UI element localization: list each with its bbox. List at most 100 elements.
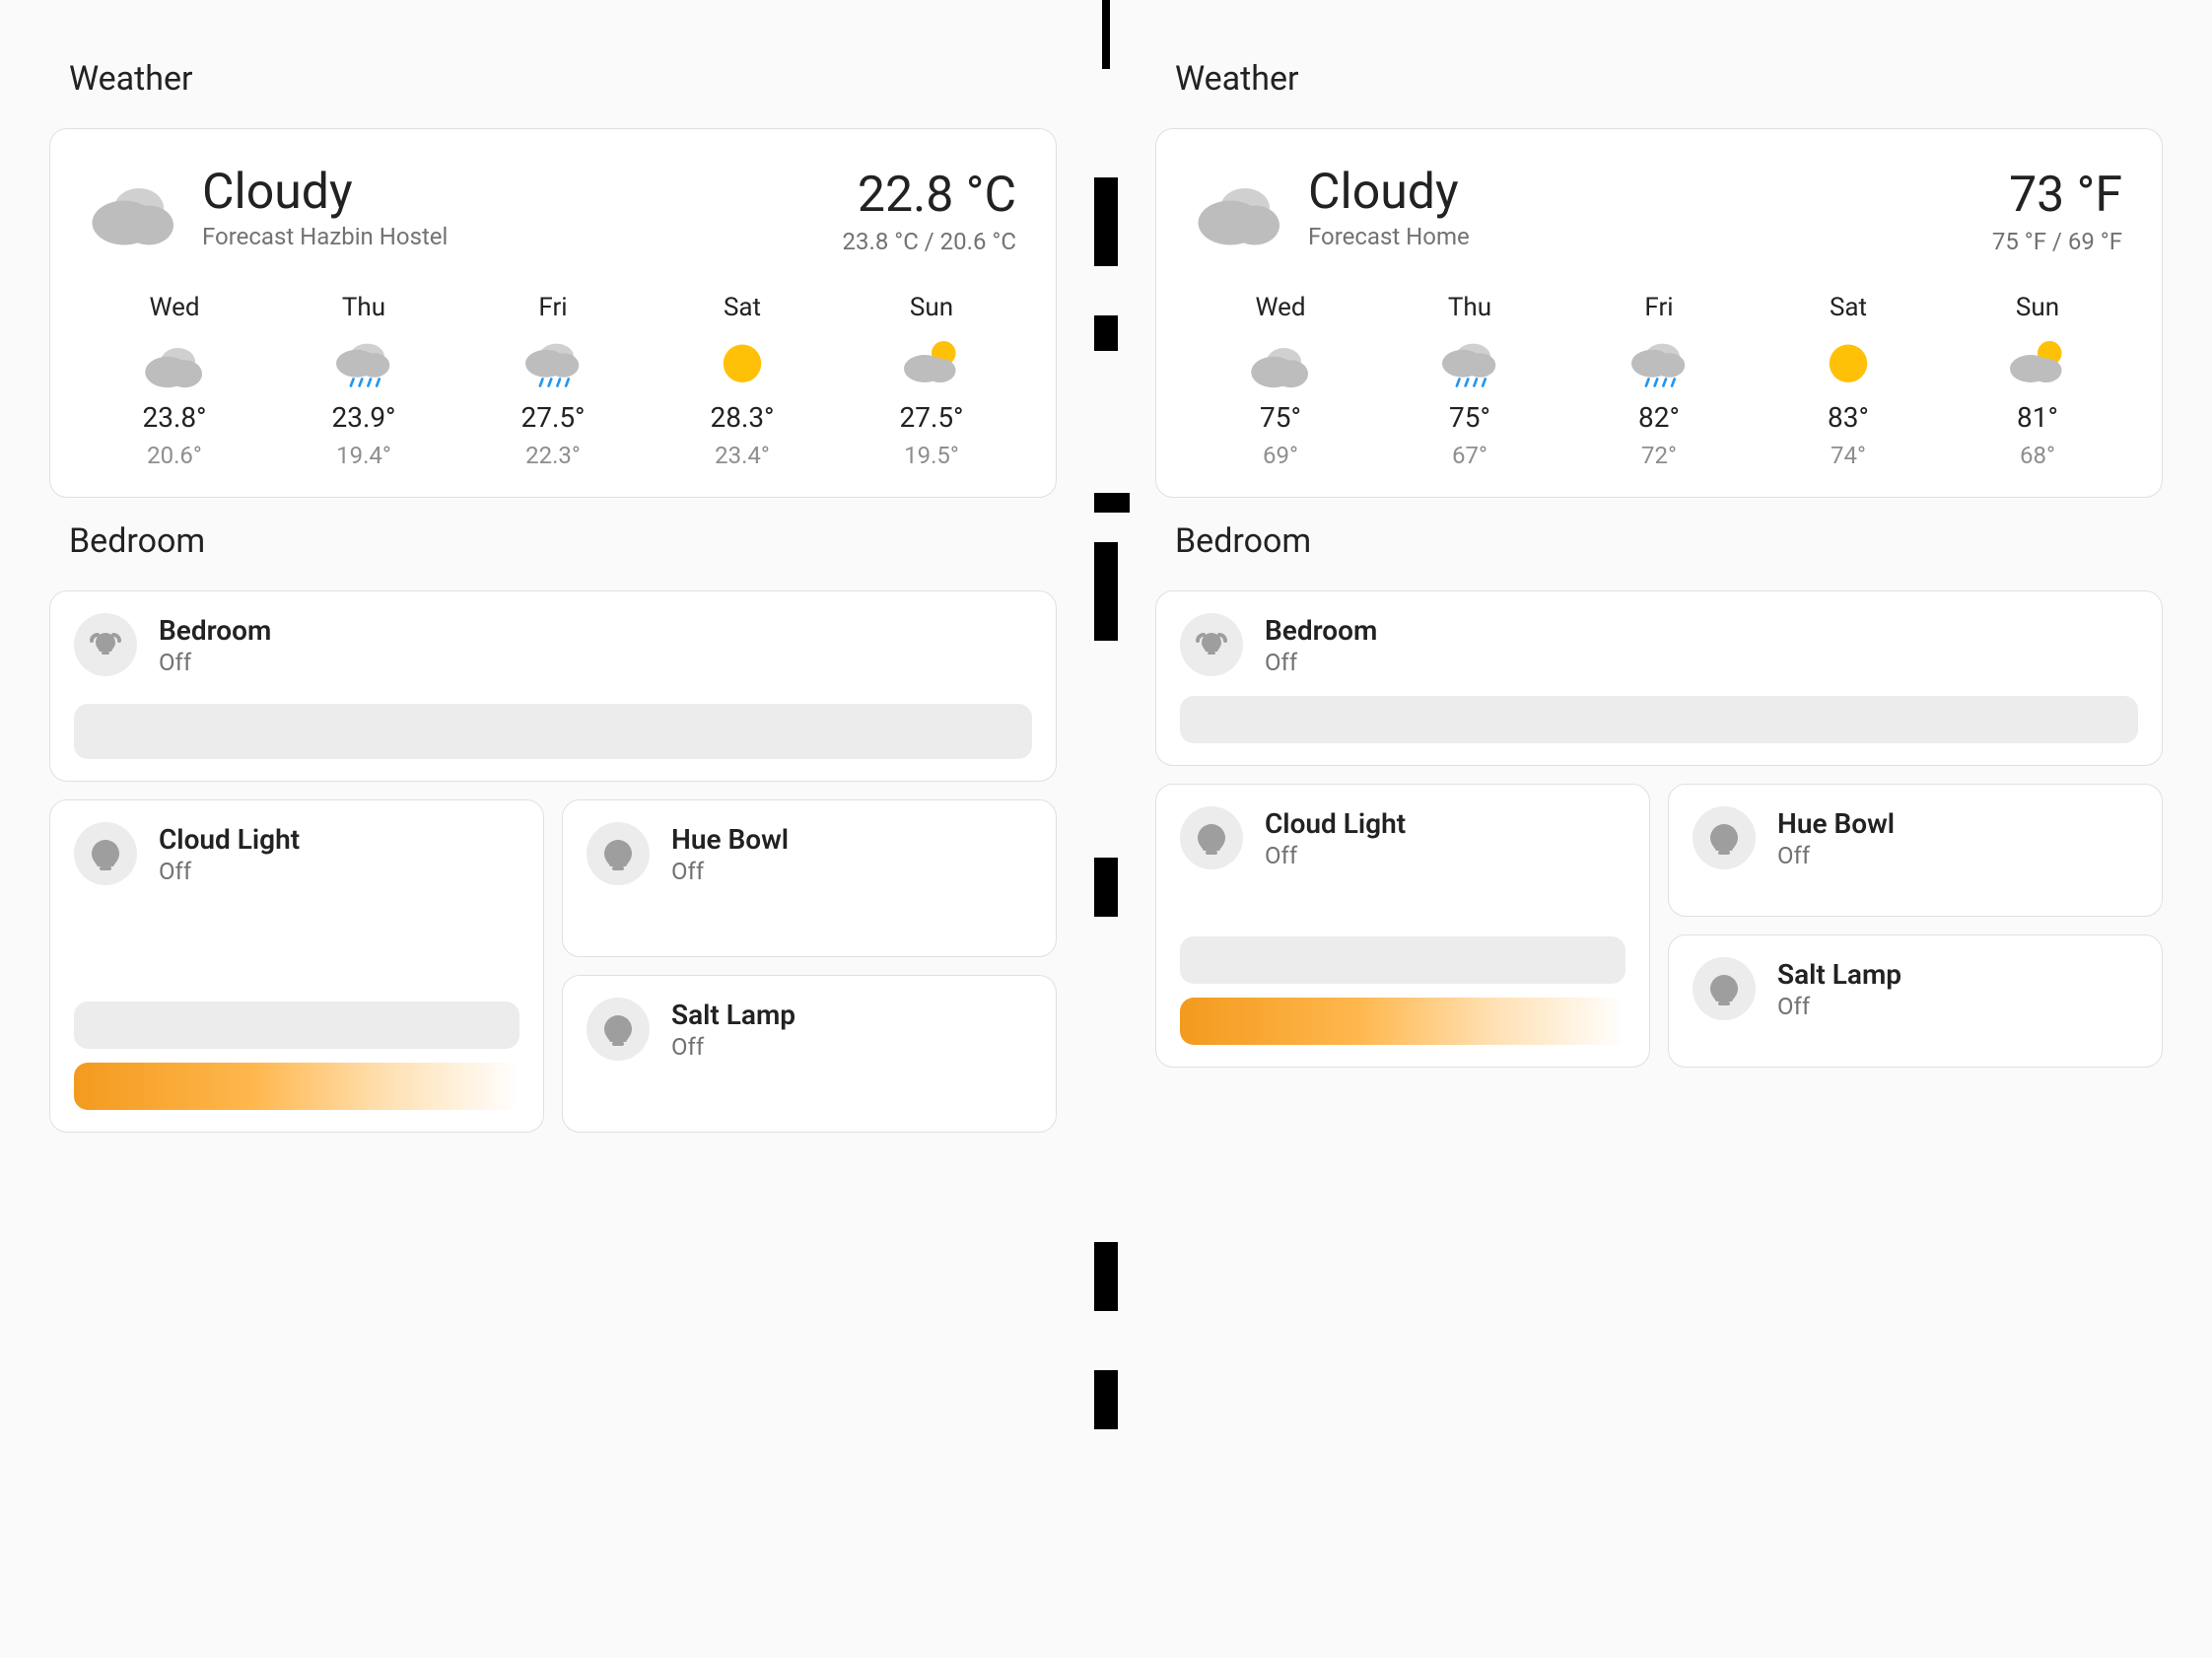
- partly-cloudy-icon: [2006, 334, 2069, 389]
- forecast-day-name: Fri: [538, 293, 567, 322]
- forecast-high: 23.9°: [331, 401, 395, 434]
- weather-section-title: Weather: [1175, 59, 2163, 99]
- forecast-day[interactable]: Fri 27.5° 22.3°: [494, 293, 612, 469]
- forecast-day[interactable]: Sat 83° 74°: [1789, 293, 1907, 469]
- forecast-low: 72°: [1641, 442, 1677, 469]
- entity-state: Off: [1265, 842, 1406, 869]
- hue-bowl-card[interactable]: Hue Bowl Off: [1668, 784, 2163, 917]
- brightness-slider[interactable]: [1180, 696, 2138, 743]
- forecast-low: 23.4°: [715, 442, 770, 469]
- forecast-day-name: Sat: [724, 293, 761, 322]
- forecast-low: 67°: [1452, 442, 1487, 469]
- forecast-day-name: Sun: [2016, 293, 2059, 322]
- panel-left: Weather Cloudy Forecast Hazbin Hostel 22…: [0, 0, 1106, 1658]
- entity-name: Cloud Light: [1265, 807, 1406, 840]
- forecast-high: 23.8°: [142, 401, 206, 434]
- rainy-icon: [1438, 334, 1501, 389]
- forecast-day[interactable]: Sat 28.3° 23.4°: [683, 293, 801, 469]
- sunny-icon: [1817, 334, 1880, 389]
- forecast-day[interactable]: Thu 23.9° 19.4°: [305, 293, 423, 469]
- entity-name: Cloud Light: [159, 823, 300, 856]
- forecast-high: 28.3°: [710, 401, 774, 434]
- forecast-low: 69°: [1263, 442, 1298, 469]
- entity-name: Bedroom: [1265, 614, 1377, 647]
- brightness-slider[interactable]: [74, 704, 1032, 759]
- light-group-icon[interactable]: [74, 613, 137, 676]
- color-temp-slider[interactable]: [1180, 998, 1625, 1045]
- brightness-slider[interactable]: [74, 1002, 519, 1049]
- sunny-icon: [711, 334, 774, 389]
- forecast-low: 20.6°: [147, 442, 202, 469]
- rainy-icon: [332, 334, 395, 389]
- forecast-row: Wed 75° 69° Thu 75° 67° Fri 82° 72° Sat …: [1186, 293, 2132, 469]
- cloudy-icon: [1196, 169, 1284, 247]
- forecast-day-name: Sat: [1830, 293, 1867, 322]
- salt-lamp-card[interactable]: Salt Lamp Off: [1668, 934, 2163, 1068]
- color-temp-slider[interactable]: [74, 1063, 519, 1110]
- forecast-high: 27.5°: [520, 401, 585, 434]
- bedroom-group-card[interactable]: Bedroom Off: [49, 590, 1057, 782]
- bedroom-section-title: Bedroom: [69, 521, 1057, 561]
- entity-state: Off: [671, 858, 789, 885]
- entity-state: Off: [159, 858, 300, 885]
- lightbulb-icon[interactable]: [1693, 957, 1756, 1020]
- forecast-day[interactable]: Wed 23.8° 20.6°: [115, 293, 234, 469]
- forecast-day[interactable]: Sun 81° 68°: [1978, 293, 2097, 469]
- forecast-low: 68°: [2020, 442, 2055, 469]
- cloudy-icon: [90, 169, 178, 247]
- weather-location: Forecast Home: [1308, 223, 1470, 250]
- lightbulb-icon[interactable]: [587, 822, 650, 885]
- entity-name: Hue Bowl: [1777, 807, 1895, 840]
- forecast-day-name: Fri: [1644, 293, 1673, 322]
- entity-state: Off: [671, 1033, 795, 1061]
- forecast-day[interactable]: Wed 75° 69°: [1221, 293, 1340, 469]
- forecast-low: 19.5°: [904, 442, 959, 469]
- entity-state: Off: [1777, 993, 1901, 1020]
- entity-name: Salt Lamp: [671, 999, 795, 1031]
- forecast-day[interactable]: Sun 27.5° 19.5°: [872, 293, 991, 469]
- salt-lamp-card[interactable]: Salt Lamp Off: [562, 975, 1057, 1133]
- forecast-low: 22.3°: [525, 442, 581, 469]
- forecast-day-name: Wed: [1255, 293, 1305, 322]
- bedroom-section-title: Bedroom: [1175, 521, 2163, 561]
- forecast-low: 19.4°: [336, 442, 391, 469]
- forecast-day-name: Wed: [149, 293, 199, 322]
- forecast-day[interactable]: Fri 82° 72°: [1600, 293, 1718, 469]
- bedroom-group-card[interactable]: Bedroom Off: [1155, 590, 2163, 766]
- forecast-day[interactable]: Thu 75° 67°: [1411, 293, 1529, 469]
- forecast-high: 81°: [2017, 401, 2058, 434]
- forecast-high: 75°: [1260, 401, 1301, 434]
- cloud-light-card[interactable]: Cloud Light Off: [1155, 784, 1650, 1068]
- rainy-icon: [1627, 334, 1691, 389]
- entity-name: Hue Bowl: [671, 823, 789, 856]
- weather-card[interactable]: Cloudy Forecast Home 73 °F 75 °F / 69 °F…: [1155, 128, 2163, 498]
- forecast-day-name: Thu: [1448, 293, 1491, 322]
- lightbulb-icon[interactable]: [1180, 806, 1243, 869]
- forecast-high: 83°: [1828, 401, 1869, 434]
- light-group-icon[interactable]: [1180, 613, 1243, 676]
- lightbulb-icon[interactable]: [74, 822, 137, 885]
- panel-right: Weather Cloudy Forecast Home 73 °F 75 °F…: [1106, 0, 2212, 1658]
- forecast-low: 74°: [1831, 442, 1866, 469]
- entity-state: Off: [1265, 649, 1377, 676]
- lightbulb-icon[interactable]: [1693, 806, 1756, 869]
- entity-state: Off: [1777, 842, 1895, 869]
- cloudy-icon: [143, 334, 206, 389]
- cloud-light-card[interactable]: Cloud Light Off: [49, 799, 544, 1133]
- weather-high-low: 23.8 °C / 20.6 °C: [843, 228, 1016, 255]
- lightbulb-icon[interactable]: [587, 998, 650, 1061]
- hue-bowl-card[interactable]: Hue Bowl Off: [562, 799, 1057, 957]
- forecast-high: 27.5°: [899, 401, 963, 434]
- brightness-slider[interactable]: [1180, 936, 1625, 984]
- entity-name: Bedroom: [159, 614, 271, 647]
- weather-card[interactable]: Cloudy Forecast Hazbin Hostel 22.8 °C 23…: [49, 128, 1057, 498]
- entity-state: Off: [159, 649, 271, 676]
- forecast-day-name: Thu: [342, 293, 385, 322]
- rainy-icon: [521, 334, 585, 389]
- entity-name: Salt Lamp: [1777, 958, 1901, 991]
- forecast-day-name: Sun: [910, 293, 953, 322]
- weather-location: Forecast Hazbin Hostel: [202, 223, 448, 250]
- weather-section-title: Weather: [69, 59, 1057, 99]
- cloudy-icon: [1249, 334, 1312, 389]
- partly-cloudy-icon: [900, 334, 963, 389]
